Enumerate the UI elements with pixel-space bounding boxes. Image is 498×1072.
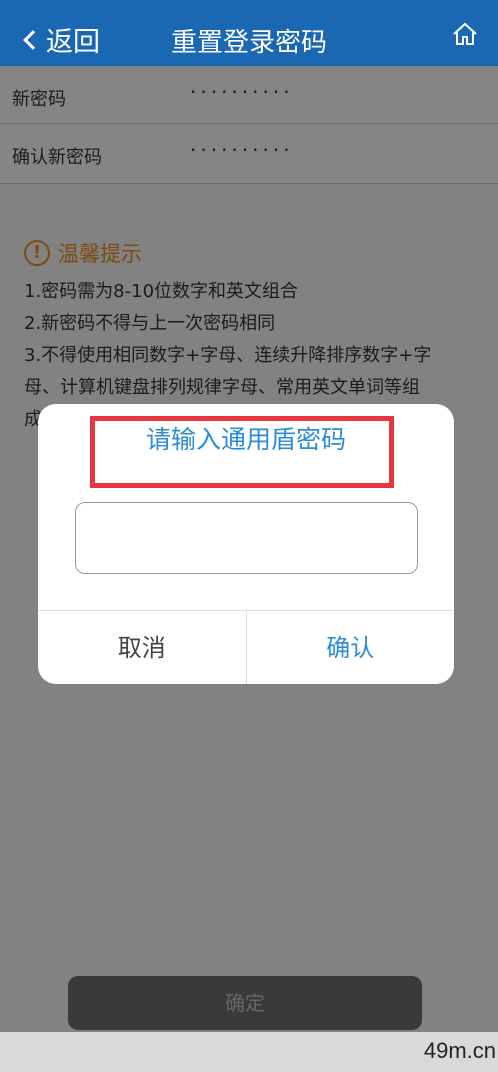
dialog-title: 请输入通用盾密码	[145, 425, 346, 454]
cancel-button[interactable]: 取消	[38, 611, 247, 684]
dialog-confirm-button[interactable]: 确认	[247, 611, 455, 684]
shield-password-input[interactable]	[75, 502, 418, 574]
nav-bar: 返回 重置登录密码	[0, 0, 498, 66]
home-icon[interactable]	[452, 22, 478, 46]
page-title: 重置登录密码	[170, 28, 327, 58]
password-dialog: 请输入通用盾密码 取消 确认	[38, 404, 454, 684]
footer-bar: 49m.cn	[0, 1032, 498, 1072]
watermark: 49m.cn	[423, 1038, 496, 1063]
dialog-buttons: 取消 确认	[38, 610, 454, 684]
